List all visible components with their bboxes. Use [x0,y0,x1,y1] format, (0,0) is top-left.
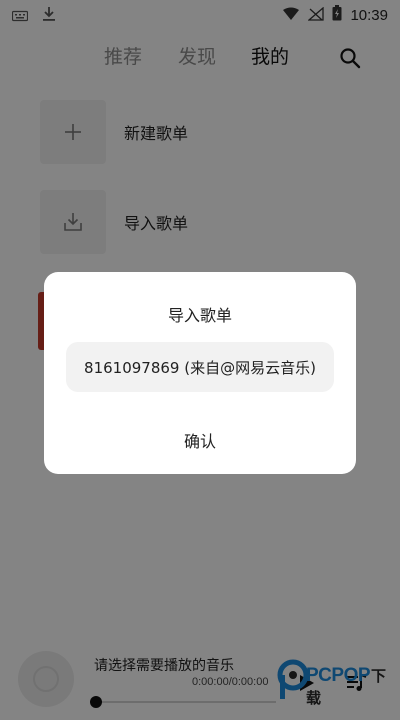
confirm-button[interactable]: 确认 [150,424,250,456]
playlist-link-input[interactable] [66,342,334,392]
dialog-title: 导入歌单 [167,306,232,325]
import-playlist-dialog: 导入歌单 确认 [44,272,356,474]
